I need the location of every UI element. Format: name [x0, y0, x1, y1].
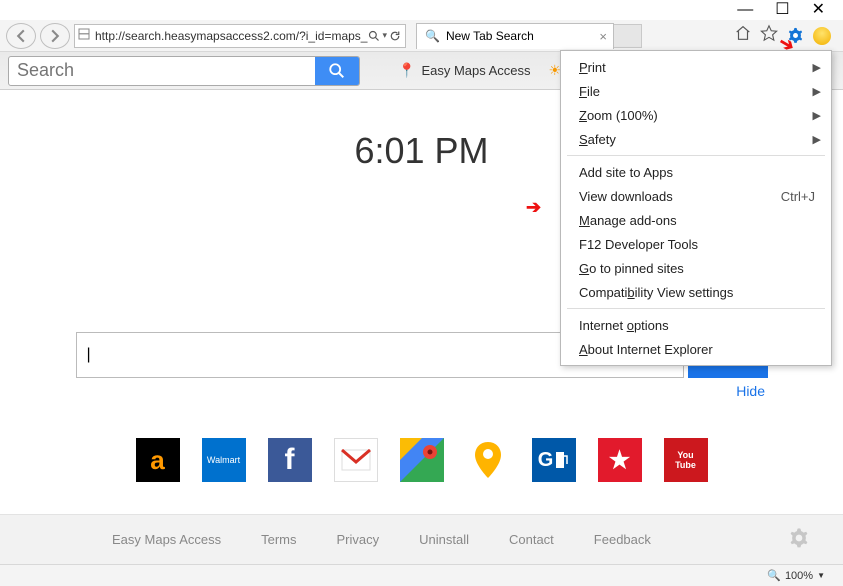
toolbar-icons	[734, 24, 837, 47]
chevron-right-icon: ▶	[813, 133, 821, 146]
tab-active[interactable]: 🔍 New Tab Search ×	[416, 23, 614, 49]
menu-shortcut: Ctrl+J	[781, 189, 815, 204]
menu-item-manage-addons[interactable]: Manage add-ons	[561, 208, 831, 232]
new-tab-button[interactable]	[614, 24, 642, 48]
window-maximize[interactable]: ☐	[775, 3, 789, 17]
menu-item-f12[interactable]: F12 Developer Tools	[561, 232, 831, 256]
brand-text: Easy Maps Access	[421, 63, 530, 78]
menu-item-internet-options[interactable]: Internet options	[561, 313, 831, 337]
tile-macys[interactable]: ★	[598, 438, 642, 482]
compass-icon: 📍	[398, 62, 415, 79]
map-pin-icon	[470, 440, 506, 480]
tile-amazon[interactable]: a	[136, 438, 180, 482]
tab-title: New Tab Search	[446, 29, 534, 43]
window-close[interactable]: ✕	[812, 3, 825, 17]
address-bar[interactable]: http://search.heasymapsaccess2.com/?i_id…	[74, 24, 406, 48]
arrow-right-icon	[48, 29, 62, 43]
extension-search-input[interactable]	[9, 60, 315, 81]
feedback-smile-icon[interactable]	[813, 27, 831, 45]
tile-label: ★	[609, 446, 631, 475]
extension-search-button[interactable]	[315, 57, 359, 85]
chevron-right-icon: ▶	[813, 109, 821, 122]
forward-button[interactable]	[40, 23, 70, 49]
back-button[interactable]	[6, 23, 36, 49]
quick-tiles: a Walmart f G ★ You Tube	[0, 438, 843, 482]
dropdown-icon[interactable]: ▾	[382, 30, 387, 41]
menu-item-add-site[interactable]: Add site to Apps	[561, 160, 831, 184]
tile-label: G	[538, 449, 554, 472]
tile-facebook[interactable]: f	[268, 438, 312, 482]
search-icon[interactable]	[368, 30, 380, 42]
footer-link-contact[interactable]: Contact	[509, 532, 554, 547]
chevron-right-icon: ▶	[813, 61, 821, 74]
menu-item-safety[interactable]: Safety▶	[561, 127, 831, 151]
tab-close-icon[interactable]: ×	[599, 29, 607, 44]
zoom-dropdown-icon[interactable]: ▼	[817, 571, 825, 580]
extension-brand[interactable]: 📍 Easy Maps Access	[398, 62, 531, 79]
tools-gear-icon[interactable]	[786, 26, 805, 45]
refresh-icon[interactable]	[389, 30, 401, 42]
window-controls: — ☐ ✕	[0, 0, 843, 20]
footer-link-terms[interactable]: Terms	[261, 532, 296, 547]
tile-youtube[interactable]: You Tube	[664, 438, 708, 482]
menu-item-pinned-sites[interactable]: Go to pinned sites	[561, 256, 831, 280]
status-bar: 🔍 100% ▼	[0, 564, 843, 586]
footer-settings-icon[interactable]	[787, 526, 811, 553]
gmaps-icon	[400, 438, 444, 482]
tile-gmail[interactable]	[334, 438, 378, 482]
tile-gasbuddy[interactable]: G	[532, 438, 576, 482]
tab-favicon-icon: 🔍	[425, 29, 440, 43]
zoom-icon[interactable]: 🔍	[767, 569, 781, 582]
extension-search[interactable]	[8, 56, 360, 86]
pump-icon	[555, 451, 569, 469]
url-text[interactable]: http://search.heasymapsaccess2.com/?i_id…	[93, 29, 368, 43]
footer-link-uninstall[interactable]: Uninstall	[419, 532, 469, 547]
menu-item-print[interactable]: Print▶	[561, 55, 831, 79]
favorites-icon[interactable]	[760, 24, 778, 47]
zoom-level: 100%	[785, 570, 813, 582]
footer-link-feedback[interactable]: Feedback	[594, 532, 651, 547]
tile-maps-pin[interactable]	[466, 438, 510, 482]
menu-item-view-downloads[interactable]: View downloadsCtrl+J	[561, 184, 831, 208]
menu-item-compat-view[interactable]: Compatibility View settings	[561, 280, 831, 304]
footer-link-brand[interactable]: Easy Maps Access	[112, 532, 221, 547]
site-identity-icon	[75, 28, 93, 43]
tools-menu: ➔ Print▶ File▶ Zoom (100%)▶ Safety▶ Add …	[560, 50, 832, 366]
tab-bar: 🔍 New Tab Search ×	[416, 22, 642, 50]
window-minimize[interactable]: —	[737, 3, 753, 17]
hide-tiles-link[interactable]: Hide	[736, 383, 765, 399]
browser-navbar: http://search.heasymapsaccess2.com/?i_id…	[0, 20, 843, 52]
menu-item-about[interactable]: About Internet Explorer	[561, 337, 831, 361]
arrow-left-icon	[14, 29, 28, 43]
tile-google-maps[interactable]	[400, 438, 444, 482]
menu-item-zoom[interactable]: Zoom (100%)▶	[561, 103, 831, 127]
address-controls: ▾	[368, 30, 405, 42]
chevron-right-icon: ▶	[813, 85, 821, 98]
menu-item-file[interactable]: File▶	[561, 79, 831, 103]
footer: Easy Maps Access Terms Privacy Uninstall…	[0, 514, 843, 564]
footer-link-privacy[interactable]: Privacy	[337, 532, 380, 547]
tile-walmart[interactable]: Walmart	[202, 438, 246, 482]
home-icon[interactable]	[734, 24, 752, 47]
search-icon	[328, 62, 346, 80]
gmail-icon	[341, 449, 371, 471]
